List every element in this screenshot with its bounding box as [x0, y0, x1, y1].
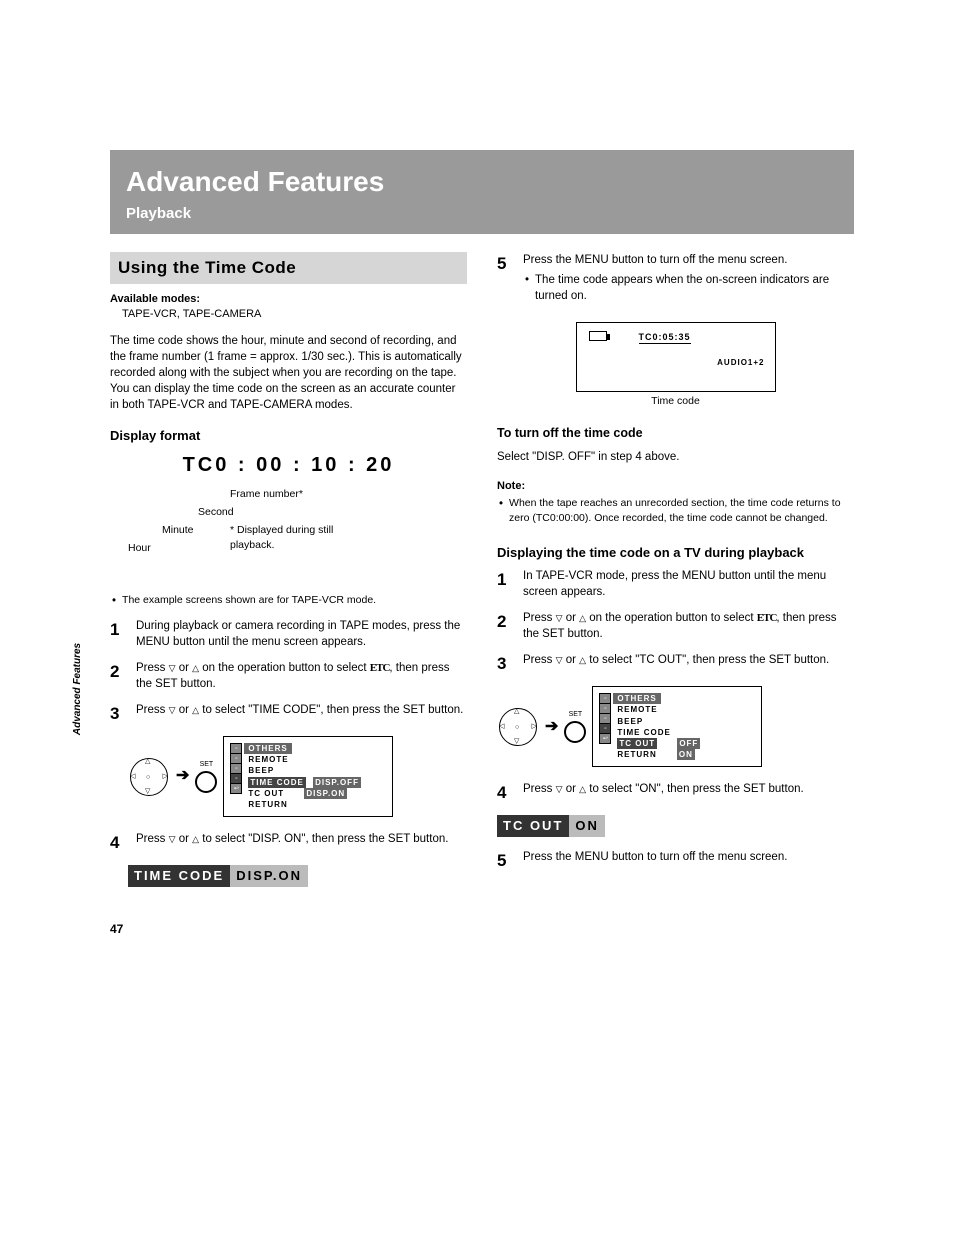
note-body: • When the tape reaches an unrecorded se… [497, 496, 854, 525]
available-modes-list: TAPE-VCR, TAPE-CAMERA [122, 307, 467, 322]
tc-format-diagram: Frame number* Second Minute Hour * Displ… [110, 485, 467, 585]
step-2: 2 Press ▽ or △ on the operation button t… [110, 660, 467, 692]
strip-value: ON [569, 815, 605, 837]
step-number: 2 [497, 610, 511, 642]
step-number: 2 [110, 660, 124, 692]
step-number: 3 [110, 702, 124, 726]
tv-step-3: 3 Press ▽ or △ to select "TC OUT", then … [497, 652, 854, 676]
preview-audio: AUDIO1+2 [717, 357, 764, 368]
operation-pad-icon: △ ▽ ◁ ▷ ○ [497, 706, 539, 748]
side-tab: Advanced Features [71, 643, 85, 735]
osd-menu-items: OTHERS REMOTE BEEP TIME CODE DISP.OFF TC… [244, 743, 365, 810]
down-triangle-icon: ▽ [169, 705, 176, 715]
set-button-icon: SET [564, 710, 586, 743]
tv-step-2: 2 Press ▽ or △ on the operation button t… [497, 610, 854, 642]
tv-step-4: 4 Press ▽ or △ to select "ON", then pres… [497, 781, 854, 805]
section-subtitle: Playback [126, 203, 838, 224]
step-1-body: During playback or camera recording in T… [136, 618, 467, 650]
intro-paragraph: The time code shows the hour, minute and… [110, 333, 467, 413]
down-triangle-icon: ▽ [556, 613, 563, 623]
strip-label: TC OUT [497, 815, 569, 837]
step-3: 3 Press ▽ or △ to select "TIME CODE", th… [110, 702, 467, 726]
available-label: Available modes: [110, 292, 467, 307]
right-column: 5 Press the MENU button to turn off the … [497, 252, 854, 891]
tv-section-heading: Displaying the time code on a TV during … [497, 544, 854, 562]
hour-label: Hour [128, 541, 151, 556]
step-4: 4 Press ▽ or △ to select "DISP. ON", the… [110, 831, 467, 855]
battery-icon [589, 331, 607, 341]
step-number: 3 [497, 652, 511, 676]
arrow-right-icon: ➔ [176, 765, 189, 787]
display-format-heading: Display format [110, 427, 467, 445]
step-3-body: Press ▽ or △ to select "TIME CODE", then… [136, 702, 463, 726]
step-5: 5 Press the MENU button to turn off the … [497, 252, 854, 312]
down-triangle-icon: ▽ [556, 784, 563, 794]
down-triangle-icon: ▽ [169, 663, 176, 673]
preview-tc: TC0:05:35 [639, 331, 691, 344]
available-modes: Available modes: TAPE-VCR, TAPE-CAMERA [110, 292, 467, 323]
osd-menu-items: OTHERS REMOTE BEEP TIME CODE TC OUT OFF … [613, 693, 704, 760]
tc-sample: TC0 : 00 : 10 : 20 [183, 454, 395, 476]
chapter-header: Advanced Features Playback [110, 150, 854, 234]
down-triangle-icon: ▽ [169, 834, 176, 844]
page-number: 47 [110, 921, 854, 938]
down-triangle-icon: ▽ [556, 655, 563, 665]
section-title-bar: Using the Time Code [110, 252, 467, 284]
tc-out-strip: TC OUT ON [497, 815, 605, 837]
step-1: 1 During playback or camera recording in… [110, 618, 467, 650]
osd-tabs: ▫▫▫▫↩ [230, 743, 242, 810]
turn-off-heading: To turn off the time code [497, 425, 854, 443]
minute-label: Minute [162, 523, 194, 538]
example-note-text: The example screens shown are for TAPE-V… [122, 593, 376, 609]
turn-off-body: Select "DISP. OFF" in step 4 above. [497, 449, 854, 465]
time-code-strip: TIME CODE DISP.ON [128, 865, 308, 887]
frame-label: Frame number* [230, 487, 303, 502]
tv-step-1: 1 In TAPE-VCR mode, press the MENU butto… [497, 568, 854, 600]
step-number: 5 [497, 849, 511, 873]
step-number: 4 [497, 781, 511, 805]
set-button-icon: SET [195, 760, 217, 793]
step-4-body: Press ▽ or △ to select "DISP. ON", then … [136, 831, 448, 855]
step-number: 4 [110, 831, 124, 855]
menu-diagram-1: △ ▽ ◁ ▷ ○ ➔ SET ▫▫▫▫↩ OTHERS RE [128, 736, 467, 817]
strip-value: DISP.ON [230, 865, 308, 887]
strip-label: TIME CODE [128, 865, 230, 887]
step-5-body: Press the MENU button to turn off the me… [523, 252, 854, 312]
tv-step-5: 5 Press the MENU button to turn off the … [497, 849, 854, 873]
operation-pad-icon: △ ▽ ◁ ▷ ○ [128, 756, 170, 798]
menu-diagram-2: △ ▽ ◁ ▷ ○ ➔ SET ▫▫▫▫↩ OTHERS RE [497, 686, 854, 767]
step-number: 5 [497, 252, 511, 312]
screen-preview: TC0:05:35 AUDIO1+2 [576, 322, 776, 392]
arrow-right-icon: ➔ [545, 716, 558, 738]
etc-icon: ETC [370, 662, 390, 674]
osd-menu-2: ▫▫▫▫↩ OTHERS REMOTE BEEP TIME CODE TC OU… [592, 686, 762, 767]
preview-caption: Time code [497, 394, 854, 409]
step-number: 1 [497, 568, 511, 600]
osd-tabs: ▫▫▫▫↩ [599, 693, 611, 760]
second-label: Second [198, 505, 234, 520]
osd-menu-1: ▫▫▫▫↩ OTHERS REMOTE BEEP TIME CODE DISP.… [223, 736, 393, 817]
chapter-title: Advanced Features [126, 162, 838, 201]
example-note: • The example screens shown are for TAPE… [110, 593, 467, 609]
note-label: Note: [497, 479, 854, 494]
tc-format-sample: TC0 : 00 : 10 : 20 [110, 451, 467, 479]
footnote: * Displayed during still playback. [230, 523, 370, 552]
step-2-body: Press ▽ or △ on the operation button to … [136, 660, 467, 692]
bullet-dot: • [112, 593, 116, 609]
step-number: 1 [110, 618, 124, 650]
left-column: Using the Time Code Available modes: TAP… [110, 252, 467, 891]
etc-icon: ETC [757, 612, 777, 624]
